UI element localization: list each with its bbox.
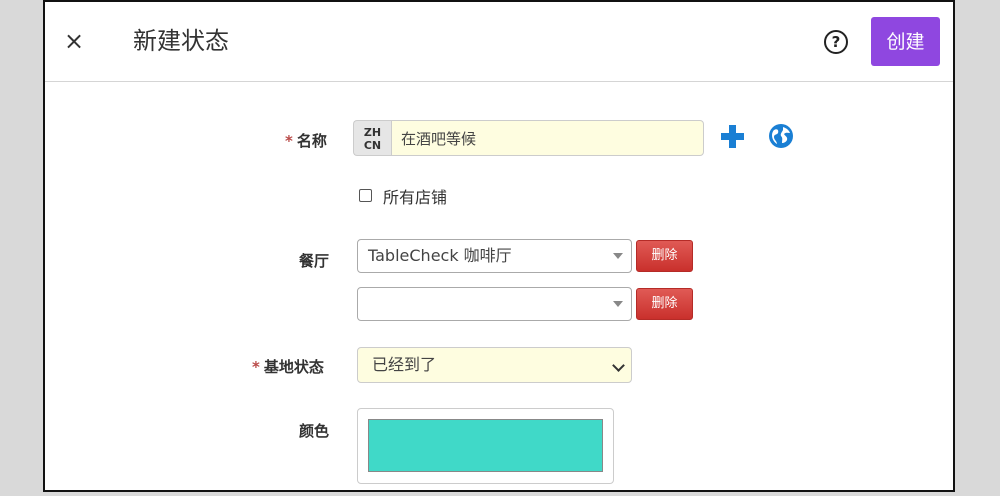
question-icon: ?: [831, 33, 841, 51]
globe-icon[interactable]: [768, 123, 794, 149]
delete-restaurant-button[interactable]: 删除: [636, 240, 693, 272]
close-button[interactable]: ×: [63, 28, 85, 54]
plus-icon[interactable]: [720, 124, 745, 149]
dropdown-arrow-icon: [613, 301, 623, 307]
all-shops-checkbox[interactable]: [359, 189, 372, 202]
create-button[interactable]: 创建: [871, 17, 940, 66]
chevron-down-icon: [612, 359, 625, 372]
language-badge[interactable]: ZH CN: [353, 120, 391, 156]
modal-header: × 新建状态 ? 创建: [45, 2, 953, 82]
modal-title: 新建状态: [133, 27, 229, 55]
name-input[interactable]: [391, 120, 704, 156]
delete-restaurant-button-2[interactable]: 删除: [636, 288, 693, 320]
all-shops-label: 所有店铺: [383, 188, 448, 207]
color-picker[interactable]: [357, 408, 614, 484]
restaurant-select-empty[interactable]: [357, 287, 632, 321]
color-label: 颜色: [299, 422, 330, 440]
required-mark: *: [252, 358, 260, 376]
required-mark: *: [285, 132, 293, 150]
name-label: * 名称: [285, 132, 327, 150]
help-button[interactable]: ?: [824, 30, 848, 54]
base-status-select[interactable]: 已经到了: [357, 347, 632, 383]
restaurant-select[interactable]: TableCheck 咖啡厅: [357, 239, 632, 273]
restaurant-label: 餐厅: [299, 252, 330, 270]
new-status-modal: × 新建状态 ? 创建 *名称 ZH CN 所有店铺 餐厅 TableCheck…: [43, 0, 955, 492]
dropdown-arrow-icon: [613, 253, 623, 259]
base-status-label: * 基地状态: [252, 358, 324, 376]
color-swatch: [368, 419, 603, 472]
close-icon: ×: [63, 27, 85, 55]
